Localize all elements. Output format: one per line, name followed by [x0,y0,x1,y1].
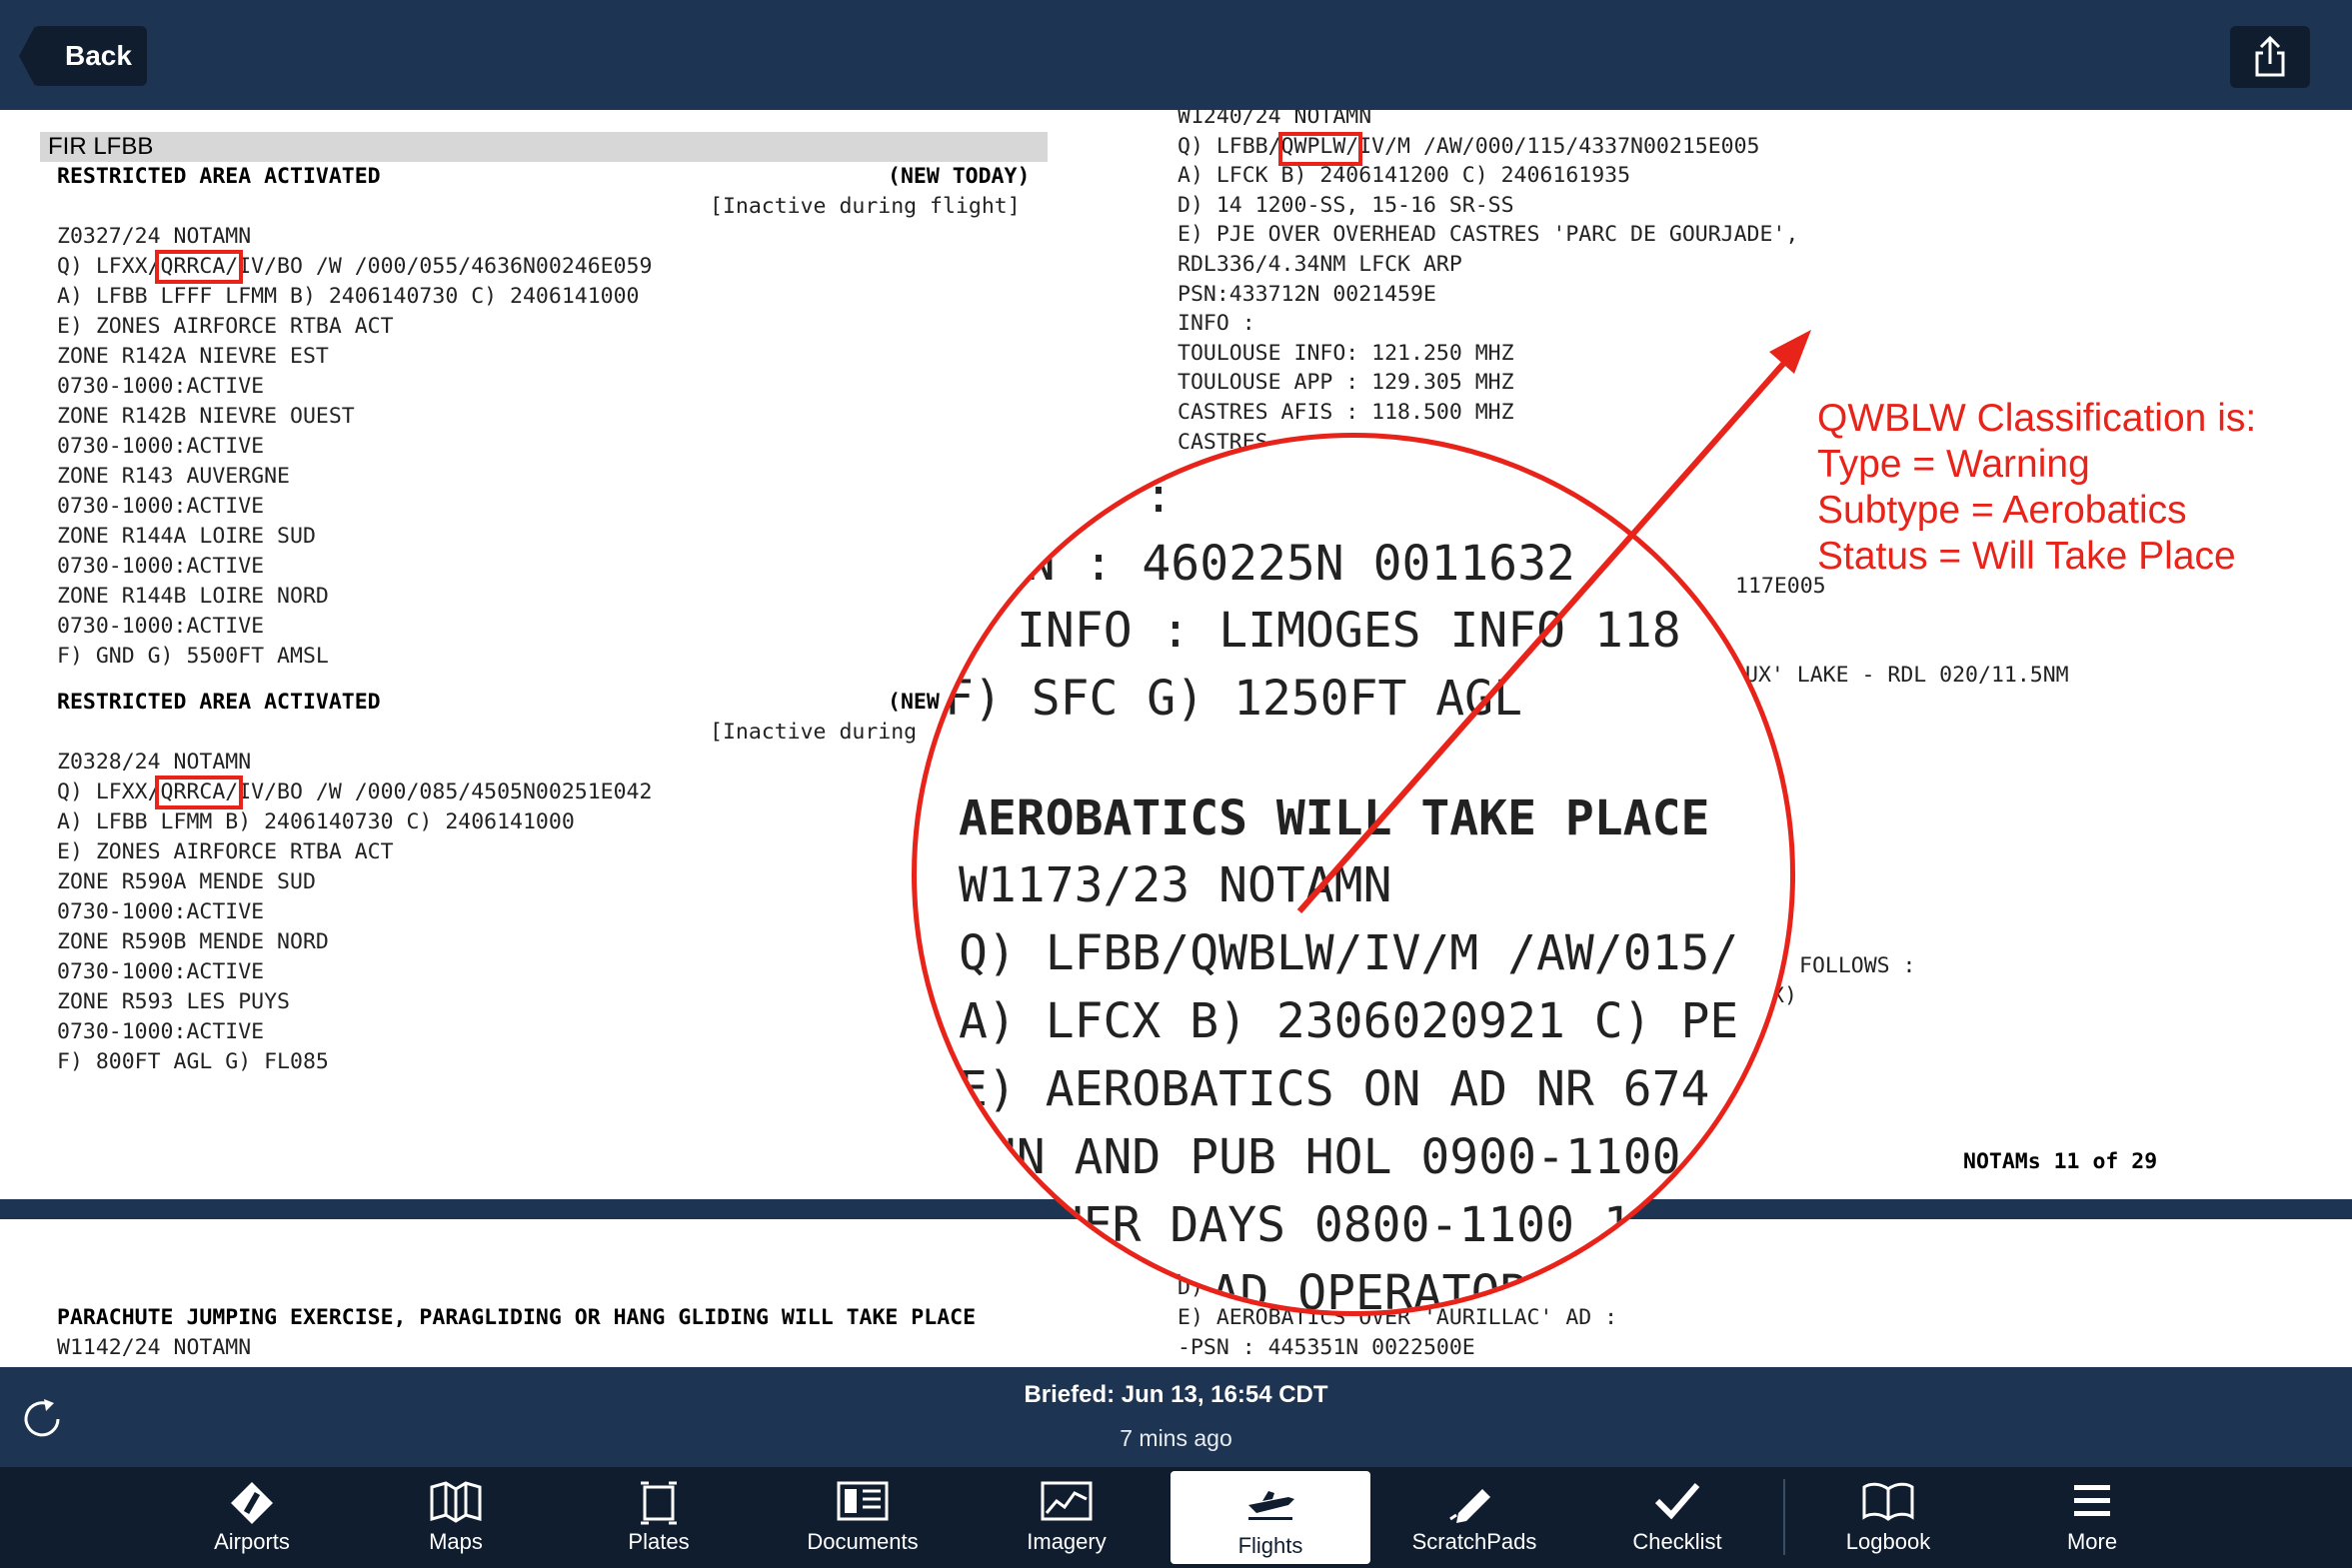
notam-line: CASTRES AFIS : 118.500 MHZ [1177,400,1514,425]
documents-icon [837,1481,889,1521]
tab-scratchpads[interactable]: ScratchPads [1374,1467,1574,1568]
tab-airports[interactable]: Airports [152,1467,352,1568]
notam-line: TOULOUSE INFO: 121.250 MHZ [1177,340,1514,366]
notam-line: E) ZONES AIRFORCE RTBA ACT [57,314,394,339]
notam-line: F) GND G) 5500FT AMSL [57,644,329,669]
notam-line: E) ZONES AIRFORCE RTBA ACT [57,839,394,864]
notam-line: Q) LFXX/QRRCA/IV/BO /W /000/055/4636N002… [57,254,653,279]
tab-documents[interactable]: Documents [763,1467,963,1568]
magnified-notam-line: F) SFC G) 1250FT AGL [945,671,1522,727]
notam-title: PARACHUTE JUMPING EXERCISE, PARAGLIDING … [57,1305,977,1330]
qcode-highlight-box [155,250,243,284]
notam-title: RESTRICTED AREA ACTIVATED [57,690,381,715]
notam-line: W1240/24 NOTAMN [1177,110,1372,129]
classification-annotation: QWBLW Classification is: Type = Warning … [1817,397,2257,578]
notam-line: INFO : [1177,311,1255,337]
scratchpads-icon [1449,1489,1490,1523]
top-bar: Back [0,0,2352,110]
notam-fragment: 117E005 [1735,574,1826,599]
notam-line: ZONE R590B MENDE NORD [57,929,329,954]
notam-count: NOTAMs 11 of 29 [1963,1149,2158,1174]
notam-title: RESTRICTED AREA ACTIVATED [57,164,381,189]
notam-line: Z0327/24 NOTAMN [57,224,252,249]
magnified-notam-line: SUN AND PUB HOL 0900-1100 [959,1129,1681,1185]
notam-line: A) LFBB LFMM B) 2406140730 C) 2406141000 [57,809,575,834]
logbook-icon [1862,1482,1914,1521]
briefed-time: Briefed: Jun 13, 16:54 CDT [1024,1381,1328,1408]
tab-bar: Airports Maps Plates Documents Imagery F… [0,1467,2352,1568]
fir-header: FIR LFBB [40,132,1048,162]
tab-maps[interactable]: Maps [356,1467,556,1568]
magnified-notam-line: W1173/23 NOTAMN [959,857,1392,913]
magnified-notam-line: ARP : [1029,468,1174,524]
magnified-notam-line: OTHER DAYS 0800-1100 1 [997,1197,1632,1253]
notam-line: F) 800FT AGL G) FL085 [57,1049,329,1074]
notam-line: 0730-1000:ACTIVE [57,614,265,639]
notam-line: 0730-1000:ACTIVE [57,1019,265,1044]
share-icon [2255,35,2285,77]
tab-plates[interactable]: Plates [559,1467,759,1568]
flights-icon [1248,1491,1294,1520]
imagery-icon [1041,1481,1093,1521]
notam-line: Q) LFBB/QWPLW/IV/M /AW/000/115/4337N0021… [1177,133,1760,159]
briefing-status-bar: Briefed: Jun 13, 16:54 CDT 7 mins ago [0,1367,2352,1467]
notam-line: 0730-1000:ACTIVE [57,374,265,399]
notam-line: 0730-1000:ACTIVE [57,434,265,459]
notam-line: ZONE R593 LES PUYS [57,989,290,1014]
inactive-note: [Inactive during [710,720,918,745]
notam-fragment: UX' LAKE - RDL 020/11.5NM [1745,663,2069,688]
inactive-note: [Inactive during flight] [710,194,1021,219]
notam-line: A) LFBB LFFF LFMM B) 2406140730 C) 24061… [57,284,640,309]
back-button[interactable]: Back [19,26,147,86]
notam-line: PSN:433712N 0021459E [1177,281,1436,307]
notam-line: Z0328/24 NOTAMN [57,750,252,775]
notam-line: 0730-1000:ACTIVE [57,554,265,579]
notam-line: Q) LFXX/QRRCA/IV/BO /W /000/085/4505N002… [57,780,653,804]
maps-icon [430,1481,482,1523]
briefed-age: 7 mins ago [1120,1425,1232,1451]
magnified-notam-line: PSN : 460225N 0011632 [969,536,1575,592]
notam-line: TOULOUSE APP : 129.305 MHZ [1177,370,1514,396]
airports-icon [231,1482,273,1524]
magnified-notam-line: FROM AD OPERATOR [1067,1265,1529,1316]
tab-imagery[interactable]: Imagery [967,1467,1167,1568]
notam-line: RDL336/4.34NM LFCK ARP [1177,252,1462,277]
new-today-badge: (NEW TODAY) [888,164,1031,189]
notam-line: E) PJE OVER OVERHEAD CASTRES 'PARC DE GO… [1177,222,1799,248]
qcode-highlight-box [155,776,243,809]
notam-id: W1142/24 NOTAMN [57,1335,252,1360]
plates-icon [641,1481,677,1525]
share-button[interactable] [2230,26,2310,88]
notam-line: 0730-1000:ACTIVE [57,494,265,519]
new-today-badge: (NEW [888,690,940,715]
notam-line: ZONE R142B NIEVRE OUEST [57,404,355,429]
magnified-notam-line: A) LFCX B) 2306020921 C) PE [959,993,1739,1049]
notam-line: ZONE R144B LOIRE NORD [57,584,329,609]
magnified-notam-title: AEROBATICS WILL TAKE PLACE [959,790,1710,846]
notam-line: 0730-1000:ACTIVE [57,899,265,924]
tab-checklist[interactable]: Checklist [1577,1467,1777,1568]
magnifier-circle: ARP : PSN : 460225N 0011632 INFO : LIMOGES… [912,433,1795,1316]
tab-more[interactable]: More [1992,1467,2192,1568]
tab-logbook[interactable]: Logbook [1788,1467,1988,1568]
notam-line: ZONE R142A NIEVRE EST [57,344,329,369]
magnified-notam-line: Q) LFBB/QWBLW/IV/M /AW/015/ [959,925,1739,981]
notam-line: 0730-1000:ACTIVE [57,959,265,984]
tab-flights[interactable]: Flights [1171,1471,1370,1564]
notam-line: -PSN : 445351N 0022500E [1177,1335,1475,1360]
magnified-notam-line: INFO : LIMOGES INFO 118 [1017,603,1681,659]
notam-fragment: FOLLOWS : [1799,953,1916,978]
notam-line: ZONE R144A LOIRE SUD [57,524,316,549]
qcode-highlight-box [1278,132,1362,166]
notam-line: ZONE R143 AUVERGNE [57,464,290,489]
notam-line: A) LFCK B) 2406141200 C) 2406161935 [1177,163,1631,189]
notam-line: D) 14 1200-SS, 15-16 SR-SS [1177,192,1514,218]
checklist-icon [1654,1483,1700,1520]
more-icon [2074,1485,2110,1516]
notam-line: ZONE R590A MENDE SUD [57,869,316,894]
magnified-notam-line: E) AEROBATICS ON AD NR 674 [959,1061,1710,1117]
tab-separator [1783,1479,1785,1555]
